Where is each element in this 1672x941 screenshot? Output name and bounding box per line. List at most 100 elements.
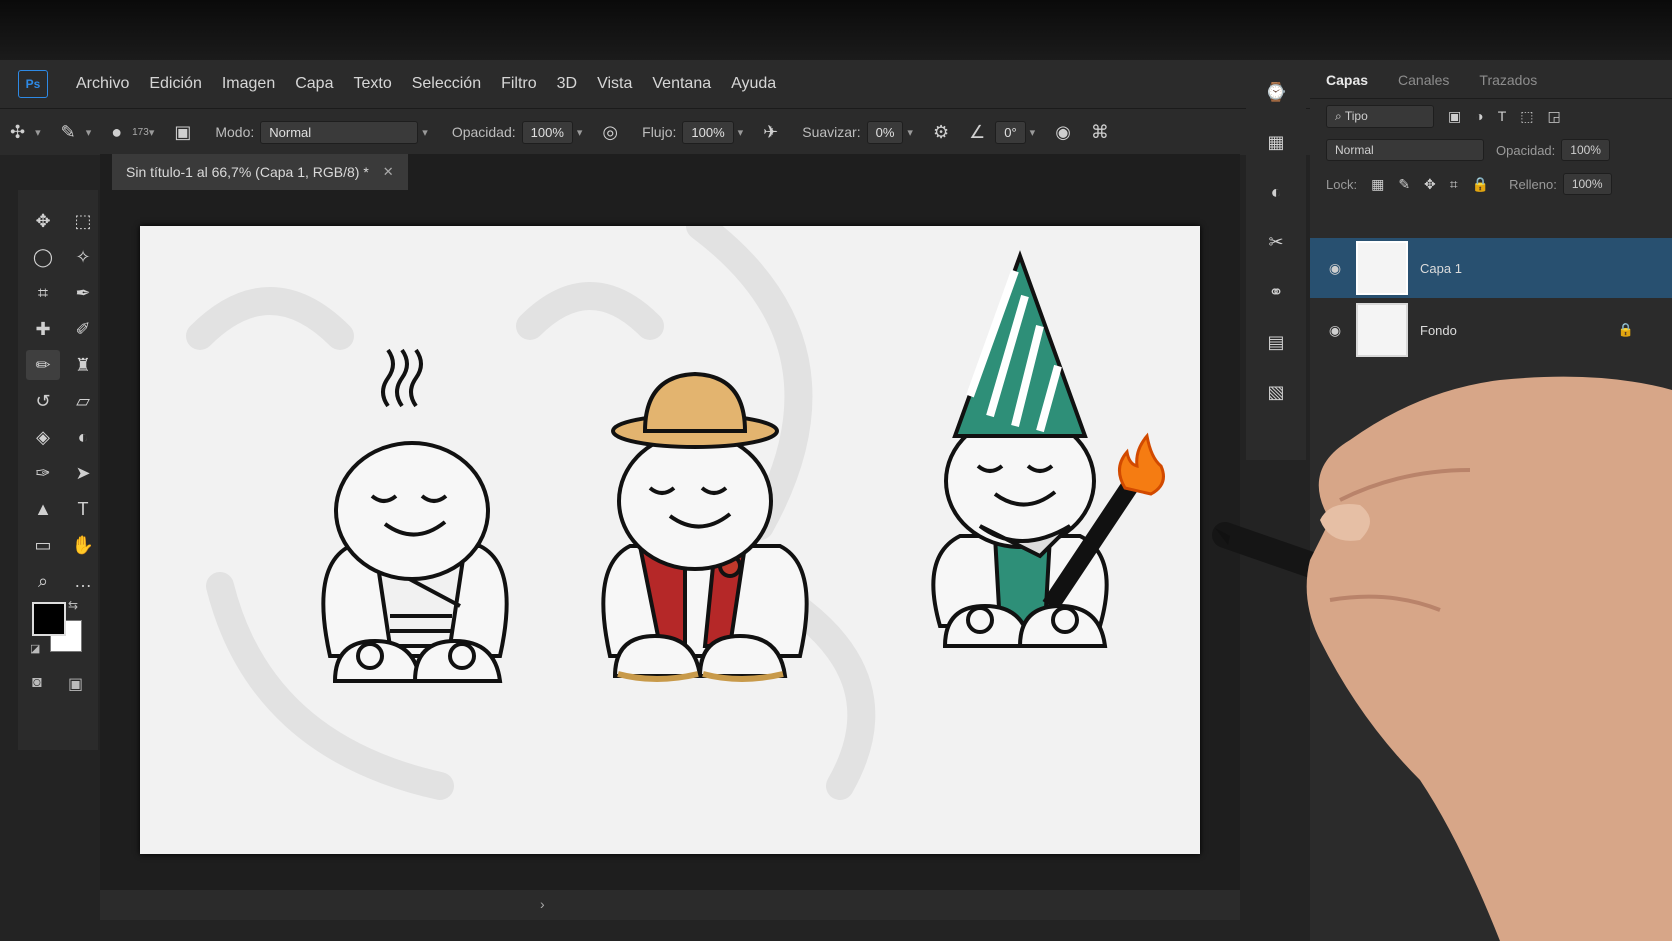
menu-imagen[interactable]: Imagen [222, 75, 275, 93]
puppet-icon[interactable]: ✣ [10, 122, 25, 143]
gear-icon[interactable]: ⚙ [933, 122, 949, 143]
chevron-down-icon[interactable]: ▾ [738, 126, 744, 139]
direct-selection-icon[interactable]: ➤ [66, 458, 100, 488]
menu-edicion[interactable]: Edición [149, 75, 201, 93]
crop-tool-icon[interactable]: ⌗ [26, 278, 60, 308]
canvas[interactable] [140, 226, 1200, 854]
chevron-down-icon[interactable]: ▾ [577, 126, 583, 139]
marquee-tool-icon[interactable]: ⬚ [66, 206, 100, 236]
chevron-right-icon[interactable]: › [540, 896, 545, 912]
tab-trazados[interactable]: Trazados [1463, 72, 1551, 98]
flow-field[interactable]: 100% [682, 120, 734, 144]
lock-paint-icon[interactable]: ✎ [1398, 176, 1410, 193]
symmetry-icon[interactable]: ⌘ [1091, 122, 1109, 143]
default-colors-icon[interactable]: ◪ [30, 642, 40, 655]
pencil-icon[interactable]: ✏ [26, 350, 60, 380]
pressure-opacity-icon[interactable]: ◎ [602, 122, 618, 143]
layer-row-fondo[interactable]: ◉ Fondo 🔒 [1310, 300, 1672, 360]
chevron-down-icon[interactable]: ▾ [907, 126, 913, 139]
menu-texto[interactable]: Texto [353, 75, 391, 93]
image-filter-icon[interactable]: ▣ [1448, 108, 1461, 125]
move-tool-icon[interactable]: ✥ [26, 206, 60, 236]
hand-tool-icon[interactable]: ✋ [66, 530, 100, 560]
pressure-size-icon[interactable]: ◉ [1055, 122, 1071, 143]
menu-capa[interactable]: Capa [295, 75, 333, 93]
menu-ventana[interactable]: Ventana [652, 75, 711, 93]
character-2 [601, 371, 809, 682]
brush-preset-icon[interactable]: ● [111, 122, 122, 143]
dodge-tool-icon[interactable]: ◐ [66, 422, 100, 452]
eyedropper-icon[interactable]: ✒ [66, 278, 100, 308]
screen-mode-icon[interactable]: ▣ [68, 674, 83, 694]
menu-vista[interactable]: Vista [597, 75, 632, 93]
menu-filtro[interactable]: Filtro [501, 75, 537, 93]
lock-pixels-icon[interactable]: ▦ [1371, 176, 1384, 193]
layer-row-capa-1[interactable]: ◉ Capa 1 [1310, 238, 1672, 298]
color-panel-icon[interactable]: ◐ [1256, 174, 1296, 210]
smart-object-filter-icon[interactable]: ◲ [1548, 108, 1561, 125]
healing-tool-icon[interactable]: ✚ [26, 314, 60, 344]
chevron-down-icon[interactable]: ▾ [86, 126, 92, 139]
chevron-down-icon[interactable]: ▾ [149, 126, 155, 139]
search-icon: ⌕ [1335, 108, 1345, 123]
foreground-color-swatch[interactable] [32, 602, 66, 636]
adjustments-icon[interactable]: ⚭ [1256, 274, 1296, 310]
menu-seleccion[interactable]: Selección [412, 75, 481, 93]
smoothing-field[interactable]: 0% [866, 120, 904, 144]
lock-all-icon[interactable]: 🔒 [1472, 176, 1489, 193]
blur-tool-icon[interactable]: ◈ [26, 422, 60, 452]
adjustment-filter-icon[interactable]: ◑ [1475, 108, 1483, 124]
properties-icon[interactable]: ▤ [1256, 324, 1296, 360]
type-filter-icon[interactable]: T [1498, 108, 1507, 124]
swap-colors-icon[interactable]: ⇆ [68, 598, 78, 612]
quick-mask-icon[interactable]: ◙ [32, 674, 42, 692]
more-tools-icon[interactable]: … [66, 566, 100, 596]
pen-tool-icon[interactable]: ✑ [26, 458, 60, 488]
history-brush-icon[interactable]: ↺ [26, 386, 60, 416]
blend-mode-select[interactable]: Normal [1326, 139, 1484, 161]
path-selection-icon[interactable]: ▲ [26, 494, 60, 524]
brush-icon[interactable]: ✐ [66, 314, 100, 344]
layer-opacity-field[interactable]: 100% [1561, 139, 1610, 161]
panel-icon-strip: ⌚ ▦ ◐ ✂ ⚭ ▤ ▧ [1246, 60, 1306, 460]
lasso-tool-icon[interactable]: ◯ [26, 242, 60, 272]
photoshop-screen: Ps Archivo Edición Imagen Capa Texto Sel… [0, 0, 1672, 941]
type-tool-icon[interactable]: T [66, 494, 100, 524]
zoom-tool-icon[interactable]: ⌕ [26, 566, 60, 596]
tab-capas[interactable]: Capas [1310, 72, 1382, 98]
fill-field[interactable]: 100% [1562, 173, 1612, 195]
chevron-down-icon[interactable]: ▾ [422, 126, 428, 139]
angle-icon[interactable]: ∠ [969, 122, 985, 143]
document-tab[interactable]: Sin título-1 al 66,7% (Capa 1, RGB/8) * … [112, 154, 408, 190]
eraser-icon[interactable]: ▱ [66, 386, 100, 416]
shape-filter-icon[interactable]: ⬚ [1520, 108, 1533, 125]
opacity-field[interactable]: 100% [521, 120, 573, 144]
airbrush-icon[interactable]: ✈ [763, 122, 778, 143]
menu-archivo[interactable]: Archivo [76, 75, 129, 93]
brush-tool-icon[interactable]: ✎ [61, 122, 76, 143]
shape-tool-icon[interactable]: ▭ [26, 530, 60, 560]
angle-field[interactable]: 0° [995, 120, 1026, 144]
tab-canales[interactable]: Canales [1382, 72, 1463, 98]
layer-filter-row: ⌕ Tipo ▣ ◑ T ⬚ ◲ [1310, 99, 1672, 133]
history-panel-icon[interactable]: ⌚ [1256, 74, 1296, 110]
menu-ayuda[interactable]: Ayuda [731, 75, 776, 93]
eye-icon[interactable]: ◉ [1320, 260, 1350, 277]
libraries-icon[interactable]: ▧ [1256, 374, 1296, 410]
mode-select[interactable]: Normal [260, 120, 419, 144]
menu-3d[interactable]: 3D [557, 75, 577, 93]
layer-name: Capa 1 [1420, 260, 1462, 276]
close-icon[interactable]: ✕ [383, 164, 394, 180]
chevron-down-icon[interactable]: ▾ [35, 126, 41, 139]
brush-settings-icon[interactable]: ✂ [1256, 224, 1296, 260]
swatches-panel-icon[interactable]: ▦ [1256, 124, 1296, 160]
magic-wand-icon[interactable]: ✧ [66, 242, 100, 272]
eye-icon[interactable]: ◉ [1320, 322, 1350, 339]
chevron-down-icon[interactable]: ▾ [1030, 126, 1036, 139]
lock-artboard-icon[interactable]: ⌗ [1450, 176, 1458, 193]
layer-filter-select[interactable]: ⌕ Tipo [1326, 104, 1434, 128]
stamp-icon[interactable]: ♜ [66, 350, 100, 380]
brush-panel-icon[interactable]: ▣ [174, 122, 191, 143]
character-1 [321, 348, 509, 683]
lock-position-icon[interactable]: ✥ [1424, 176, 1436, 193]
